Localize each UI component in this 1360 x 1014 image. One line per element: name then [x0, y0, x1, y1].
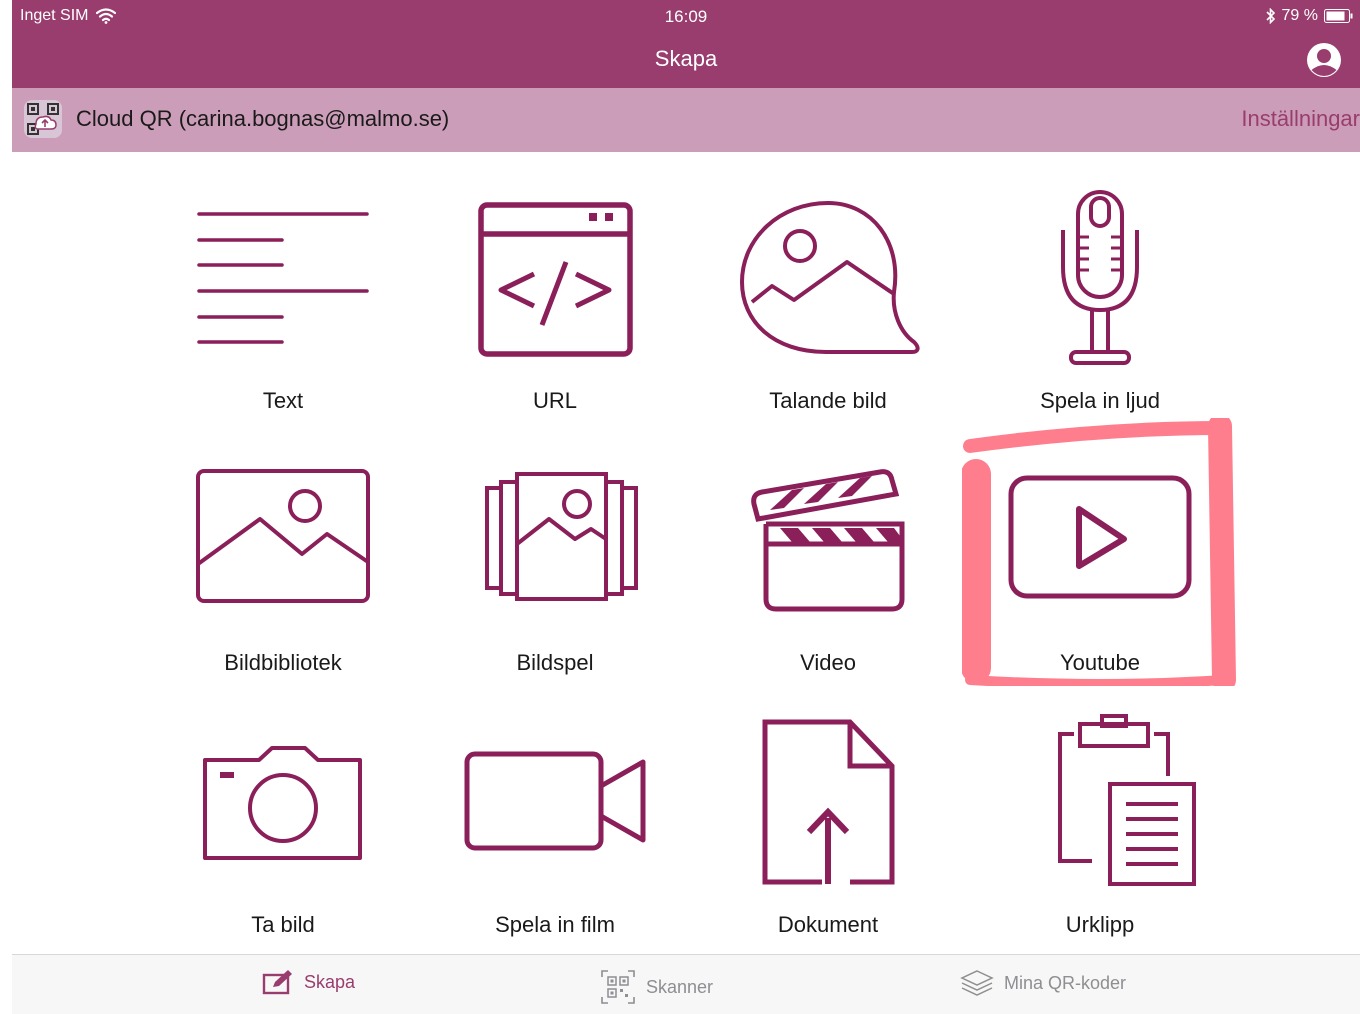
user-circle-icon[interactable]	[1304, 40, 1344, 80]
video-camera-icon	[464, 751, 646, 851]
tab-mina-qr-koder[interactable]: Mina QR-koder	[960, 969, 1126, 997]
app-screen: Inget SIM 16:09 79 % Skapa Cloud QR (car…	[12, 0, 1360, 1014]
status-bar: Inget SIM 16:09 79 %	[12, 0, 1360, 34]
slideshow-icon	[485, 472, 638, 601]
code-window-icon	[478, 202, 633, 357]
tile-label: Bildspel	[516, 650, 594, 675]
image-icon	[196, 469, 370, 603]
tile-urklipp[interactable]: Urklipp	[964, 706, 1236, 966]
pencil-edit-icon	[262, 970, 292, 995]
tab-skapa[interactable]: Skapa	[262, 969, 355, 995]
tile-label: Talande bild	[769, 388, 887, 413]
tile-dokument[interactable]: Dokument	[692, 706, 964, 966]
text-lines-icon	[197, 212, 369, 344]
tab-skanner[interactable]: Skanner	[600, 969, 713, 1005]
youtube-play-icon	[1008, 475, 1192, 599]
stack-layers-icon	[960, 970, 994, 996]
battery-percent: 79 %	[1281, 7, 1318, 24]
tile-spela-in-ljud[interactable]: Spela in ljud	[964, 182, 1236, 442]
cloud-qr-app-icon	[24, 100, 62, 138]
tile-bildbibliotek[interactable]: Bildbibliotek	[147, 444, 419, 704]
document-upload-icon	[762, 719, 895, 885]
tile-url[interactable]: URL	[419, 182, 691, 442]
tile-spela-in-film[interactable]: Spela in film	[419, 706, 691, 966]
account-bar: Cloud QR (carina.bognas@malmo.se) Instäl…	[12, 88, 1360, 152]
tile-label: Video	[800, 650, 856, 675]
tab-bar: Skapa Skanner Mina QR-koder	[12, 954, 1360, 1014]
page-title: Skapa	[654, 46, 718, 71]
tile-bildspel[interactable]: Bildspel	[419, 444, 691, 704]
account-label: Cloud QR (carina.bognas@malmo.se)	[76, 106, 450, 131]
tile-label: Urklipp	[1065, 912, 1135, 937]
tile-label: Text	[262, 388, 304, 413]
tab-label: Skanner	[646, 976, 714, 997]
camera-icon	[203, 746, 362, 860]
qr-scan-icon	[601, 970, 635, 1004]
status-time: 16:09	[664, 7, 708, 26]
tile-talande-bild[interactable]: Talande bild	[692, 182, 964, 442]
status-right: 79 %	[1265, 7, 1354, 25]
settings-link[interactable]: Inställningar	[1241, 106, 1360, 132]
tab-label: Mina QR-koder	[1004, 972, 1127, 993]
tile-label: Spela in film	[495, 912, 615, 937]
microphone-icon	[1061, 190, 1139, 365]
bluetooth-icon	[1265, 8, 1275, 24]
tile-label: Youtube	[1060, 650, 1140, 675]
tile-label: Ta bild	[251, 912, 315, 937]
tile-label: Spela in ljud	[1040, 388, 1160, 413]
tile-video[interactable]: Video	[692, 444, 964, 704]
tab-label: Skapa	[304, 971, 356, 992]
tile-youtube[interactable]: Youtube	[964, 444, 1236, 704]
tile-ta-bild[interactable]: Ta bild	[147, 706, 419, 966]
tile-label: Bildbibliotek	[224, 650, 342, 675]
tile-label: Dokument	[777, 912, 879, 937]
clipboard-icon	[1058, 714, 1196, 886]
battery-icon	[1324, 9, 1353, 23]
clapperboard-icon	[751, 469, 905, 612]
speech-image-icon	[739, 200, 920, 354]
tile-text[interactable]: Text	[147, 182, 419, 442]
nav-bar: Skapa	[12, 34, 1360, 88]
tile-label: URL	[532, 388, 577, 413]
